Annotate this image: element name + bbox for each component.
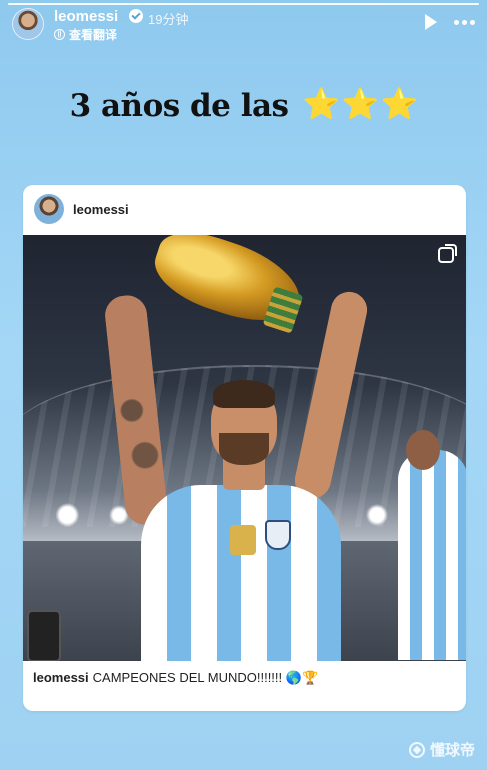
- player-jersey: [141, 485, 341, 661]
- globe-icon: [54, 29, 65, 40]
- post-caption: leomessi CAMPEONES DEL MUNDO!!!!!!! 🌎🏆: [33, 670, 456, 686]
- star-icon: ⭐: [302, 86, 340, 122]
- teammate-figure: [398, 450, 466, 660]
- story-username[interactable]: leomessi: [54, 8, 118, 25]
- multi-photo-icon: [438, 244, 457, 263]
- avatar[interactable]: [12, 8, 44, 40]
- champion-badge: [230, 525, 256, 555]
- translate-label: 查看翻译: [69, 28, 118, 42]
- story-header: leomessi 19分钟 查看翻译: [12, 6, 475, 42]
- shared-post-card[interactable]: leomessi leomessi CAMPEONES DEL MUNDO!!!!…: [23, 185, 466, 711]
- post-avatar[interactable]: [34, 194, 64, 224]
- verified-icon: [129, 9, 143, 23]
- teammate-head: [406, 430, 440, 470]
- post-photo[interactable]: [23, 235, 466, 661]
- player-beard: [219, 433, 269, 465]
- ball-icon: [408, 741, 425, 758]
- caption-username[interactable]: leomessi: [33, 670, 89, 685]
- player-hair: [213, 380, 275, 408]
- translate-button[interactable]: 查看翻译: [54, 26, 117, 43]
- headline-text: 3 años de las: [69, 88, 289, 124]
- fan-phone: [27, 610, 61, 661]
- story-progress-fill: [8, 3, 479, 5]
- stars-group: ⭐ ⭐ ⭐: [302, 86, 418, 122]
- story-timestamp: 19分钟: [148, 12, 189, 27]
- story-headline: 3 años de las ⭐ ⭐ ⭐: [0, 88, 487, 124]
- team-crest: [265, 520, 291, 550]
- story-progress-bar: [8, 3, 479, 5]
- star-icon: ⭐: [380, 86, 418, 122]
- watermark-text: 懂球帝: [429, 742, 475, 759]
- watermark: 懂球帝: [408, 739, 475, 760]
- play-icon[interactable]: [425, 14, 437, 30]
- post-username[interactable]: leomessi: [73, 202, 129, 217]
- star-icon: ⭐: [341, 86, 379, 122]
- caption-text: CAMPEONES DEL MUNDO!!!!!!! 🌎🏆: [92, 670, 319, 685]
- more-icon[interactable]: [454, 20, 475, 25]
